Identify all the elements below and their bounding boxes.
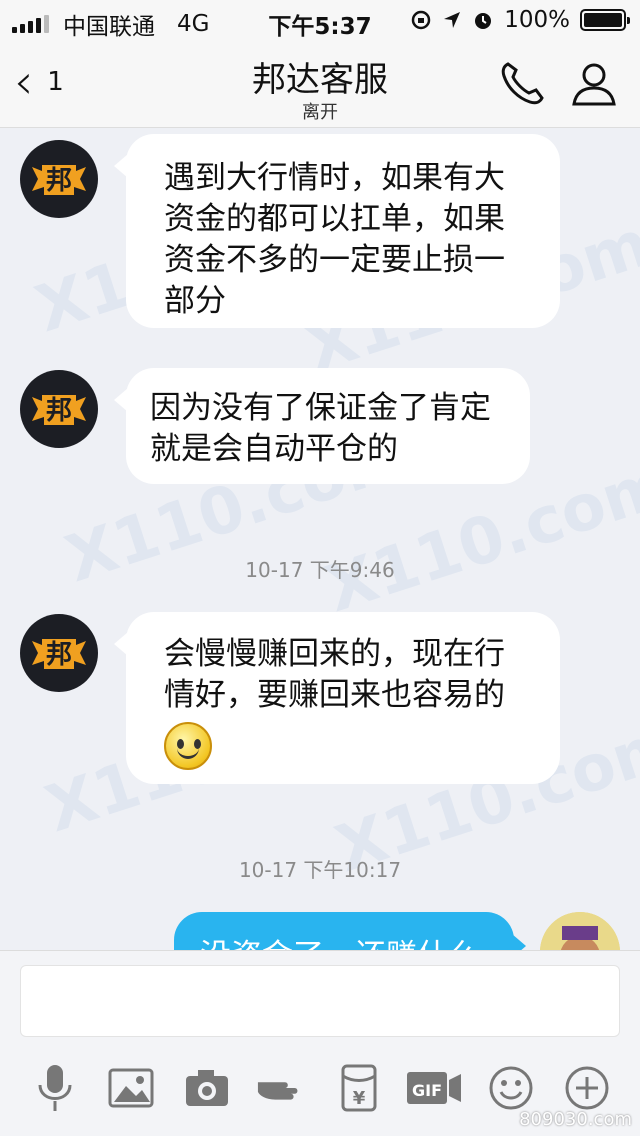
voice-button[interactable] <box>28 1061 82 1115</box>
gif-button[interactable]: GIF <box>404 1061 464 1115</box>
svg-text:邦: 邦 <box>46 166 72 196</box>
agent-avatar[interactable]: 邦 <box>20 370 98 448</box>
more-button[interactable] <box>560 1061 614 1115</box>
message-text: 没资金了，还赚什么 <box>200 938 479 950</box>
status-bar: 中国联通 4G 下午5:37 100% <box>0 0 640 40</box>
emoji-icon <box>489 1066 533 1110</box>
pointing-hand-icon <box>257 1082 298 1100</box>
battery-percent: 100% <box>504 7 570 33</box>
banda-logo-icon: 邦 <box>32 395 86 426</box>
svg-text:GIF: GIF <box>412 1081 442 1100</box>
message-input[interactable] <box>20 965 620 1037</box>
chat-area[interactable]: 邦 遇到大行情时，如果有大资金的都可以扛单，如果资金不多的一定要止损一部分 邦 … <box>0 128 640 950</box>
timestamp: 10-17 下午9:46 <box>245 558 395 582</box>
poke-button[interactable] <box>256 1061 310 1115</box>
alarm-icon <box>475 13 492 29</box>
location-icon <box>444 12 461 28</box>
banda-logo-icon: 邦 <box>32 165 86 196</box>
photo-button[interactable] <box>104 1061 158 1115</box>
smiley-icon <box>164 722 212 770</box>
nav-bar: ‹ 1 邦达客服 离开 <box>0 40 640 128</box>
rotation-lock-icon <box>411 10 431 30</box>
camera-icon <box>186 1070 228 1106</box>
corner-watermark: 809030.com <box>519 1109 632 1130</box>
message-text: 会慢慢赚回来的，现在行情好，要赚回来也容易的 <box>164 636 505 713</box>
image-icon <box>108 1068 154 1108</box>
svg-text:邦: 邦 <box>46 396 72 426</box>
microphone-icon <box>38 1065 72 1111</box>
red-packet-button[interactable]: ¥ <box>332 1061 386 1115</box>
outgoing-message-bubble: 没资金了，还赚什么 <box>174 912 526 950</box>
message-bubble: 因为没有了保证金了肯定就是会自动平仓的 <box>114 368 530 484</box>
timestamp: 10-17 下午10:17 <box>238 858 402 882</box>
phone-icon[interactable] <box>496 58 548 110</box>
message-bubble: 遇到大行情时，如果有大资金的都可以扛单，如果资金不多的一定要止损一部分 <box>114 134 560 328</box>
profile-icon[interactable] <box>568 58 620 110</box>
message-bubble: 会慢慢赚回来的，现在行情好，要赚回来也容易的 <box>114 612 560 784</box>
svg-text:¥: ¥ <box>353 1088 366 1109</box>
svg-text:邦: 邦 <box>46 640 72 670</box>
user-avatar-image <box>540 912 620 950</box>
red-packet-icon: ¥ <box>341 1064 377 1112</box>
agent-avatar[interactable]: 邦 <box>20 614 98 692</box>
user-avatar[interactable] <box>540 912 620 950</box>
agent-avatar[interactable]: 邦 <box>20 140 98 218</box>
camera-button[interactable] <box>180 1061 234 1115</box>
emoji-button[interactable] <box>484 1061 538 1115</box>
battery-icon <box>580 9 630 31</box>
plus-circle-icon <box>565 1066 609 1110</box>
gif-icon: GIF <box>407 1072 461 1104</box>
banda-logo-icon: 邦 <box>32 639 86 670</box>
